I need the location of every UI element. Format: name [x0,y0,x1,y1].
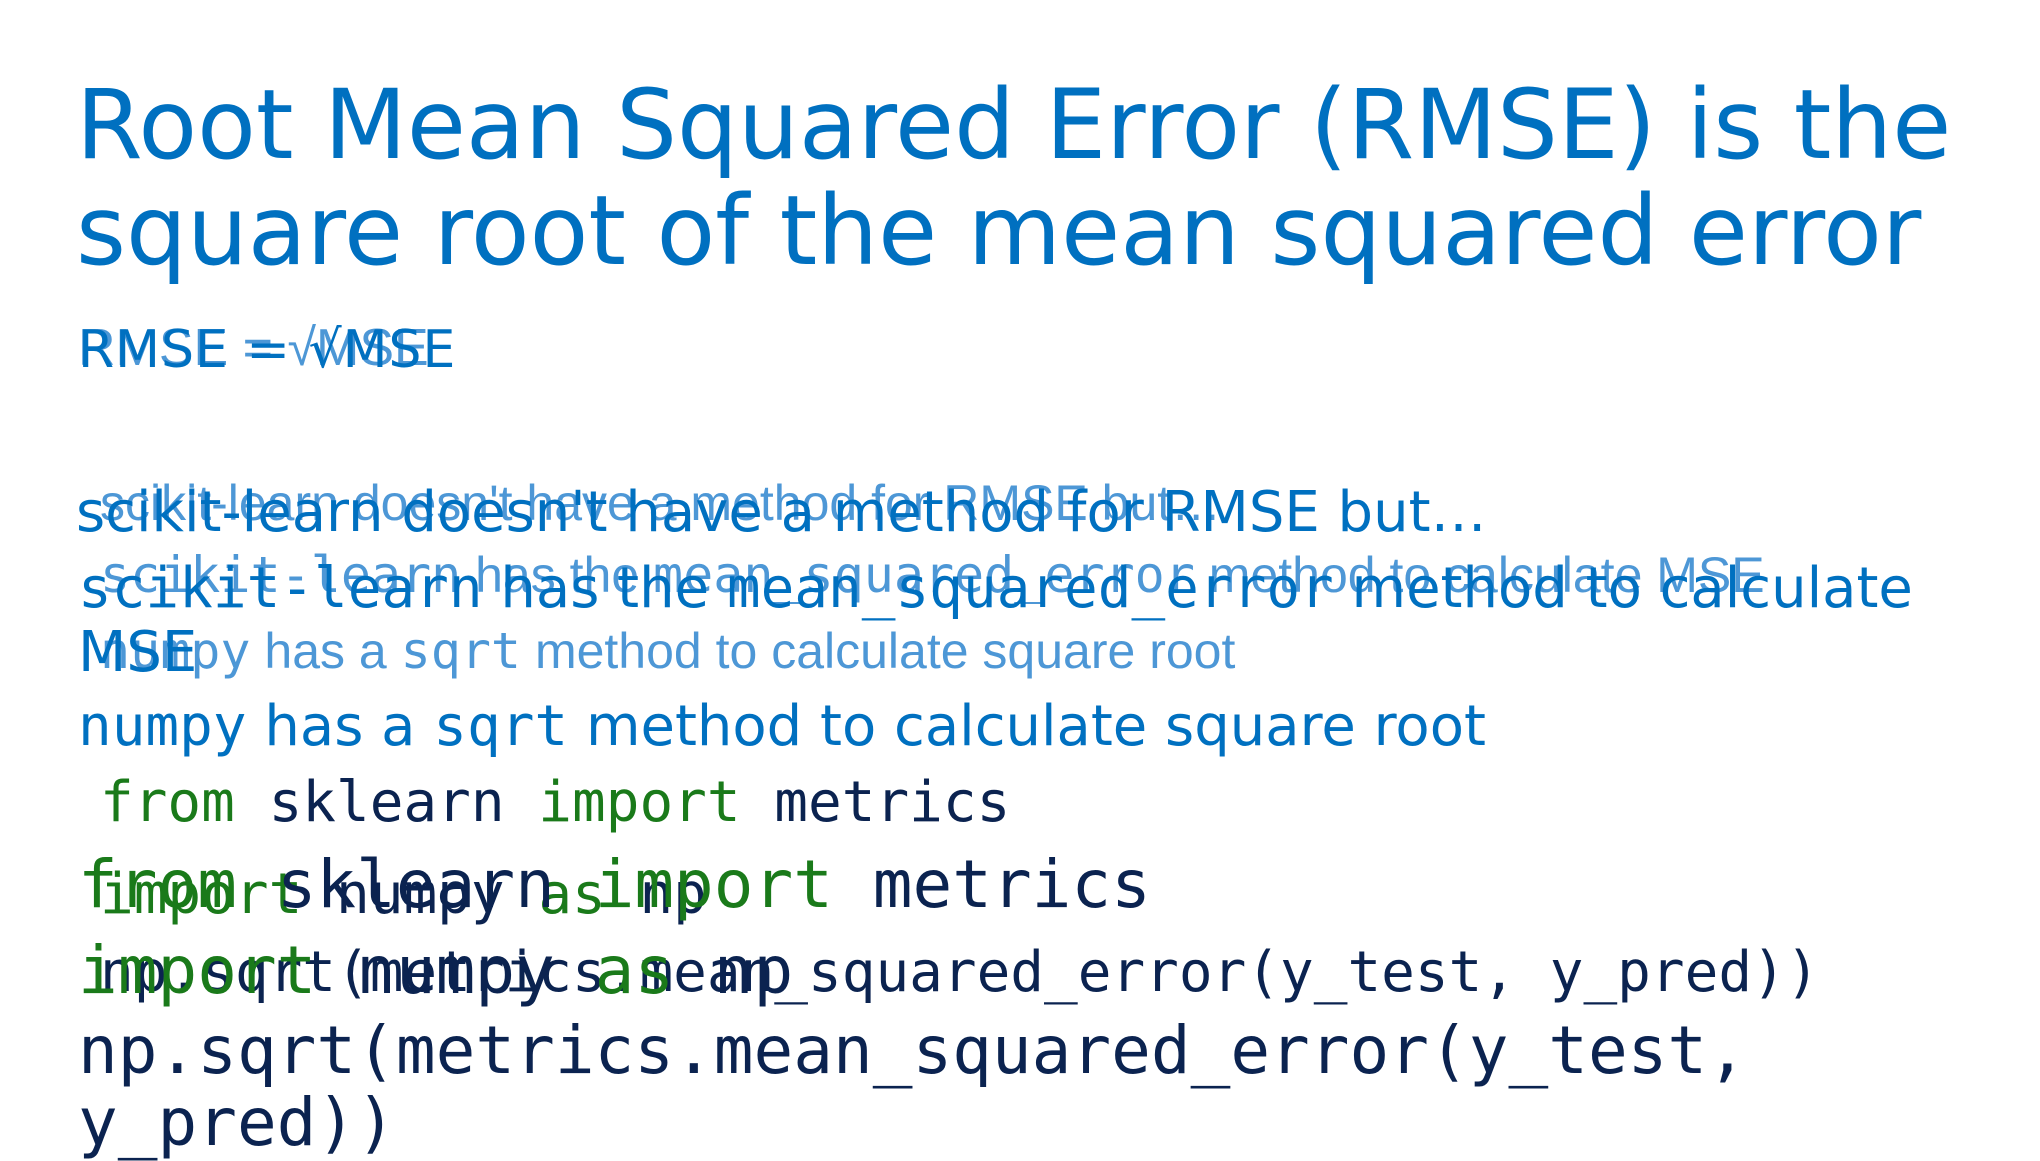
code-line-2: import numpy as np [78,932,793,1009]
mse-mid: has the [482,556,727,621]
code-line-1: from sklearn import metrics [78,846,1151,923]
sqrt-line: numpy has a sqrt method to calculate squ… [78,694,1486,759]
code-from: from [78,846,237,923]
sqrt-suffix: method to calculate square root [568,694,1486,759]
sqrt-fn: sqrt [433,694,569,759]
code-sklearn: sklearn [236,846,595,923]
code-line-3b: y_pred)) [78,1084,396,1161]
mse-wrap: MSE [78,620,198,685]
formula: RMSE = √MSE [78,320,457,380]
sqrt-mid: has a [246,694,434,759]
code-metrics: metrics [833,846,1151,923]
code-np: np [674,932,794,1009]
mse-line: scikit-learn has the mean_squared_error … [78,556,1913,621]
mse-prefix: scikit-learn [78,556,483,621]
mse-fn: mean_squared_error [726,556,1334,621]
slide-layer: Root Mean Squared Error (RMSE) is the sq… [0,0,2040,1161]
code-line-3a: np.sqrt(metrics.mean_squared_error(y_tes… [78,1012,1747,1089]
code-numpy: numpy [316,932,595,1009]
note-line: scikit-learn doesn't have a method for R… [76,480,1487,545]
code-as: as [594,932,675,1009]
slide-title: Root Mean Squared Error (RMSE) is the sq… [76,69,1952,287]
code-import: import [594,846,833,923]
sqrt-lib: numpy [78,694,247,759]
code-import2: import [78,932,317,1009]
mse-suffix: method to calculate [1333,556,1913,621]
